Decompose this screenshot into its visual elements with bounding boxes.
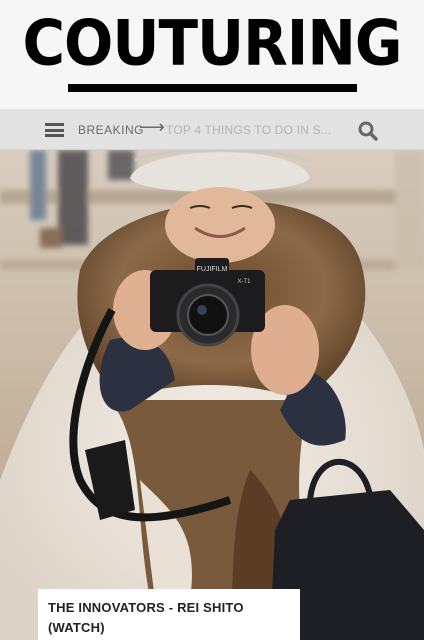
right-arrow-icon: ⟶ <box>139 117 165 137</box>
article-title[interactable]: THE INNOVATORS - REI SHITO (WATCH) <box>48 598 290 638</box>
search-icon[interactable] <box>358 121 378 141</box>
site-header: COUTURING <box>0 0 424 109</box>
camera-brand-label: FUJIFILM <box>197 266 228 273</box>
logo-underline <box>68 84 357 92</box>
site-logo[interactable]: COUTURING <box>0 6 424 79</box>
breaking-news-ticker[interactable]: TOP 4 THINGS TO DO IN S... <box>166 123 331 137</box>
article-caption-card[interactable]: THE INNOVATORS - REI SHITO (WATCH) <box>38 589 300 640</box>
camera-model-label: X-T1 <box>237 279 251 285</box>
hero-image[interactable]: FUJIFILM X-T1 <box>0 150 424 640</box>
nav-bar: BREAKING ⟶ TOP 4 THINGS TO DO IN S... <box>0 109 424 150</box>
breaking-label: BREAKING <box>78 123 145 137</box>
hamburger-menu-icon[interactable] <box>45 123 64 137</box>
